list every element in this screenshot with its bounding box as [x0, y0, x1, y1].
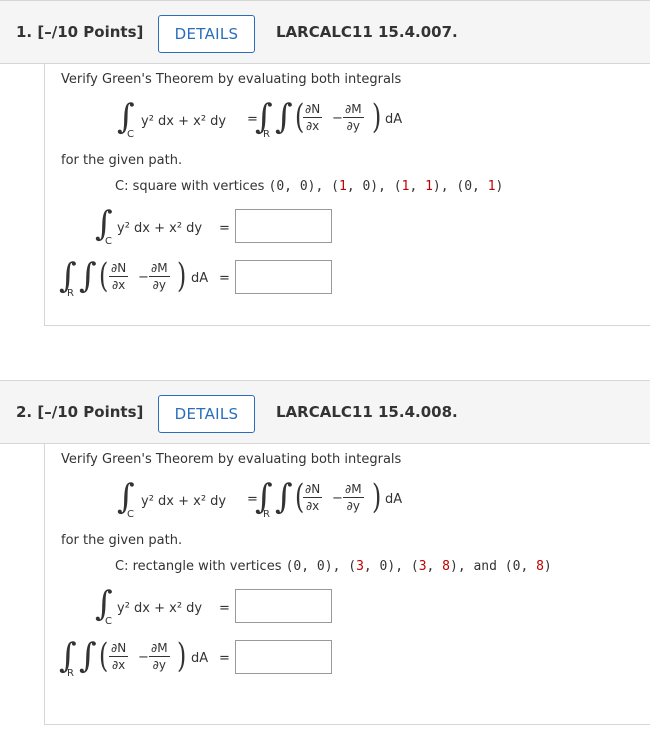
question-2-number: 2. [–/10 Points] — [16, 403, 144, 421]
right-paren: ) — [371, 477, 382, 517]
line-integrand: y² dx + x² dy — [117, 221, 203, 236]
answer-line-integral-input[interactable] — [235, 589, 332, 623]
da-label: dA — [385, 112, 403, 127]
question-1-path: C: square with vertices (0, 0), (1, 0), … — [115, 179, 504, 194]
frac-dn-dx: ∂N ∂x — [303, 482, 323, 513]
double-integral-sign-2: ∫ — [79, 636, 97, 676]
right-paren: ) — [176, 256, 187, 296]
line-integrand: y² dx + x² dy — [141, 114, 227, 129]
da-label: dA — [191, 271, 209, 286]
minus-sign: − — [332, 491, 343, 506]
sub-c: C — [127, 509, 134, 520]
double-integral-row: ∫ R ∫ ( ∂N ∂x − ∂M ∂y ) dA = — [45, 249, 645, 299]
question-1-number: 1. [–/10 Points] — [16, 23, 144, 41]
left-paren: ( — [98, 256, 109, 296]
question-2-path: C: rectangle with vertices (0, 0), (3, 0… — [115, 559, 552, 574]
equals-sign: = — [219, 651, 230, 666]
question-2-for-path: for the given path. — [61, 533, 183, 548]
greens-theorem-equation: ∫ C y² dx + x² dy = ∫ R ∫ ( ∂N ∂x − ∂M ∂y … — [45, 474, 645, 524]
greens-theorem-equation: ∫ C y² dx + x² dy = ∫ R ∫ ( ∂N ∂x − ∂M ∂y … — [45, 94, 645, 144]
question-2-body: Verify Green's Theorem by evaluating bot… — [44, 444, 650, 725]
question-1-code: LARCALC11 15.4.007. — [276, 23, 458, 41]
double-integral-row: ∫ R ∫ ( ∂N ∂x − ∂M ∂y ) dA = — [45, 629, 645, 679]
frac-dn-dx: ∂N ∂x — [303, 102, 323, 133]
minus-sign: − — [332, 111, 343, 126]
frac-dm-dy: ∂M ∂y — [343, 482, 364, 513]
da-label: dA — [385, 492, 403, 507]
question-2-details-button[interactable]: DETAILS — [158, 395, 255, 433]
sub-r: R — [67, 288, 74, 299]
double-integral-sign-2: ∫ — [275, 97, 293, 137]
line-integral-row: ∫ C y² dx + x² dy = — [45, 199, 645, 249]
sub-r: R — [263, 509, 270, 520]
line-integrand: y² dx + x² dy — [141, 494, 227, 509]
line-integral-row: ∫ C y² dx + x² dy = — [45, 579, 645, 629]
sub-r: R — [67, 668, 74, 679]
question-1-instruction: Verify Green's Theorem by evaluating bot… — [61, 72, 402, 87]
right-paren: ) — [176, 636, 187, 676]
minus-sign: − — [138, 270, 149, 285]
left-paren: ( — [98, 636, 109, 676]
answer-double-integral-input[interactable] — [235, 260, 332, 294]
frac-dm-dy: ∂M ∂y — [343, 102, 364, 133]
question-2-header: 2. [–/10 Points] DETAILS LARCALC11 15.4.… — [0, 380, 650, 444]
sub-c: C — [105, 236, 112, 247]
equals-sign: = — [219, 601, 230, 616]
question-1-body: Verify Green's Theorem by evaluating bot… — [44, 64, 650, 326]
sub-r: R — [263, 129, 270, 140]
double-integral-sign-2: ∫ — [79, 256, 97, 296]
frac-dm-dy: ∂M ∂y — [149, 641, 170, 672]
sub-c: C — [105, 616, 112, 627]
question-1-for-path: for the given path. — [61, 153, 183, 168]
line-integrand: y² dx + x² dy — [117, 601, 203, 616]
question-2-code: LARCALC11 15.4.008. — [276, 403, 458, 421]
question-2-instruction: Verify Green's Theorem by evaluating bot… — [61, 452, 402, 467]
answer-line-integral-input[interactable] — [235, 209, 332, 243]
equals-sign: = — [219, 221, 230, 236]
equals-sign: = — [219, 271, 230, 286]
minus-sign: − — [138, 650, 149, 665]
double-integral-sign-2: ∫ — [275, 477, 293, 517]
answer-double-integral-input[interactable] — [235, 640, 332, 674]
frac-dn-dx: ∂N ∂x — [109, 261, 129, 292]
right-paren: ) — [371, 97, 382, 137]
sub-c: C — [127, 129, 134, 140]
frac-dm-dy: ∂M ∂y — [149, 261, 170, 292]
frac-dn-dx: ∂N ∂x — [109, 641, 129, 672]
da-label: dA — [191, 651, 209, 666]
question-1-header: 1. [–/10 Points] DETAILS LARCALC11 15.4.… — [0, 0, 650, 64]
question-1-details-button[interactable]: DETAILS — [158, 15, 255, 53]
